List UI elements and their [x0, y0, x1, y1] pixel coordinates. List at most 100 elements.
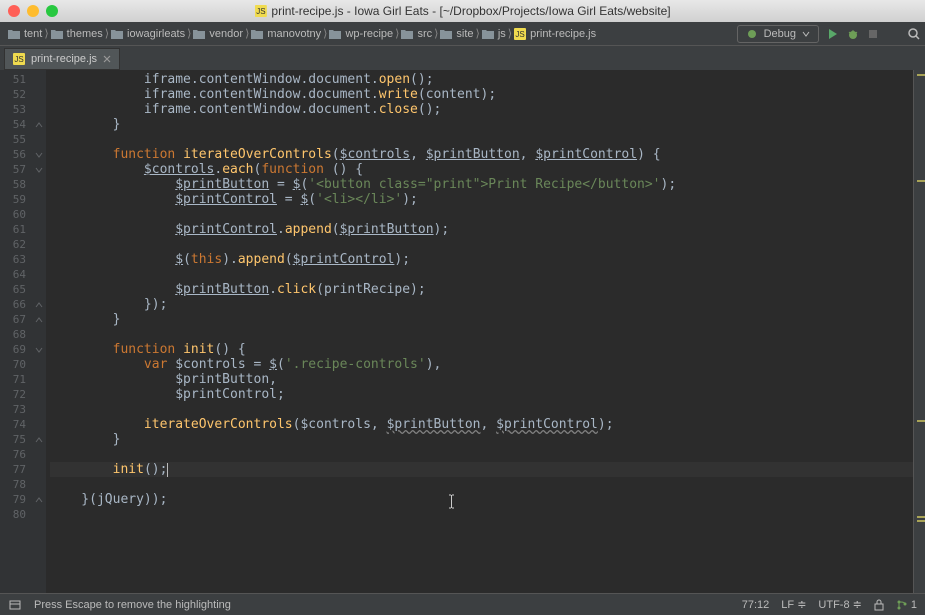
line-number: 62 — [0, 237, 26, 252]
breadcrumb-manovotny[interactable]: manovotny — [247, 28, 325, 40]
fold-collapse-icon — [35, 301, 43, 309]
breadcrumb-site[interactable]: site — [436, 28, 477, 40]
line-number: 52 — [0, 87, 26, 102]
file-encoding[interactable]: UTF-8 ≑ — [818, 598, 861, 611]
breadcrumb-tent[interactable]: tent — [4, 28, 46, 40]
code-line[interactable]: }); — [50, 297, 913, 312]
fold-collapse-icon — [35, 316, 43, 324]
fold-expand-icon — [35, 166, 43, 174]
fold-toggle[interactable] — [32, 147, 46, 162]
breadcrumb-js[interactable]: js — [478, 28, 510, 40]
line-separator[interactable]: LF ≑ — [781, 598, 806, 611]
code-line[interactable]: } — [50, 432, 913, 447]
minimize-window-icon[interactable] — [27, 5, 39, 17]
code-line[interactable]: $printControl = $('<li></li>'); — [50, 192, 913, 207]
line-number: 56 — [0, 147, 26, 162]
status-message: Press Escape to remove the highlighting — [34, 599, 231, 611]
folder-icon — [251, 29, 263, 39]
run-button[interactable] — [827, 28, 839, 40]
code-line[interactable]: function init() { — [50, 342, 913, 357]
code-line[interactable]: iframe.contentWindow.document.open(); — [50, 72, 913, 87]
fold-toggle[interactable] — [32, 432, 46, 447]
code-line[interactable]: } — [50, 312, 913, 327]
close-tab-icon[interactable] — [103, 55, 111, 63]
breadcrumb-iowagirleats[interactable]: iowagirleats — [107, 28, 189, 40]
code-line[interactable] — [50, 237, 913, 252]
js-file-icon: JS — [514, 28, 526, 40]
code-line[interactable] — [50, 402, 913, 417]
line-number: 69 — [0, 342, 26, 357]
code-line[interactable]: var $controls = $('.recipe-controls'), — [50, 357, 913, 372]
fold-toggle[interactable] — [32, 492, 46, 507]
line-number: 75 — [0, 432, 26, 447]
breadcrumb-print-recipe.js[interactable]: JSprint-recipe.js — [510, 28, 600, 40]
fold-toggle[interactable] — [32, 297, 46, 312]
code-area[interactable]: iframe.contentWindow.document.open(); if… — [46, 70, 913, 593]
folder-icon — [401, 29, 413, 39]
close-window-icon[interactable] — [8, 5, 20, 17]
line-number: 77 — [0, 462, 26, 477]
code-line[interactable]: iframe.contentWindow.document.write(cont… — [50, 87, 913, 102]
code-line[interactable]: $printButton.click(printRecipe); — [50, 282, 913, 297]
line-number: 53 — [0, 102, 26, 117]
code-line[interactable] — [50, 327, 913, 342]
line-number: 71 — [0, 372, 26, 387]
bug-icon — [746, 28, 758, 40]
line-number: 59 — [0, 192, 26, 207]
line-number: 58 — [0, 177, 26, 192]
fold-toggle[interactable] — [32, 162, 46, 177]
code-line[interactable]: function iterateOverControls($controls, … — [50, 147, 913, 162]
code-line[interactable]: $printControl; — [50, 387, 913, 402]
code-line[interactable] — [50, 447, 913, 462]
code-line[interactable] — [50, 267, 913, 282]
svg-text:JS: JS — [256, 7, 265, 16]
code-line[interactable]: } — [50, 117, 913, 132]
code-editor[interactable]: 5152535455565758596061626364656667686970… — [0, 70, 925, 593]
js-file-icon: JS — [254, 5, 266, 17]
line-number: 68 — [0, 327, 26, 342]
folder-icon — [440, 29, 452, 39]
git-widget[interactable]: 1 — [896, 599, 917, 611]
code-line[interactable]: init(); — [50, 462, 913, 477]
code-line[interactable]: $controls.each(function () { — [50, 162, 913, 177]
svg-text:JS: JS — [515, 30, 524, 39]
code-line[interactable]: $(this).append($printControl); — [50, 252, 913, 267]
line-number: 74 — [0, 417, 26, 432]
code-line[interactable] — [50, 132, 913, 147]
folder-icon — [111, 29, 123, 39]
stop-button[interactable] — [867, 28, 879, 40]
line-number: 54 — [0, 117, 26, 132]
status-icon[interactable] — [8, 598, 22, 612]
line-number: 73 — [0, 402, 26, 417]
code-line[interactable]: $printButton = $('<button class="print">… — [50, 177, 913, 192]
code-line[interactable] — [50, 207, 913, 222]
tab-label: print-recipe.js — [31, 53, 97, 65]
breadcrumb-src[interactable]: src — [397, 28, 436, 40]
code-line[interactable]: iterateOverControls($controls, $printBut… — [50, 417, 913, 432]
debug-button[interactable] — [847, 28, 859, 40]
code-line[interactable]: iframe.contentWindow.document.close(); — [50, 102, 913, 117]
fold-gutter[interactable] — [32, 70, 46, 593]
scrollbar-minimap[interactable] — [913, 70, 925, 593]
status-bar: Press Escape to remove the highlighting … — [0, 593, 925, 615]
lock-icon[interactable] — [874, 599, 884, 611]
code-line[interactable]: $printControl.append($printButton); — [50, 222, 913, 237]
breadcrumb-themes[interactable]: themes — [47, 28, 107, 40]
fold-toggle[interactable] — [32, 312, 46, 327]
run-configuration-selector[interactable]: Debug — [737, 25, 819, 43]
fold-toggle[interactable] — [32, 117, 46, 132]
code-line[interactable] — [50, 507, 913, 522]
tab-print-recipe[interactable]: JS print-recipe.js — [4, 48, 120, 70]
code-line[interactable]: $printButton, — [50, 372, 913, 387]
code-line[interactable] — [50, 477, 913, 492]
line-number: 61 — [0, 222, 26, 237]
line-number: 67 — [0, 312, 26, 327]
search-button[interactable] — [907, 27, 921, 41]
folder-icon — [193, 29, 205, 39]
code-line[interactable]: }(jQuery)); — [50, 492, 913, 507]
cursor-position[interactable]: 77:12 — [742, 599, 770, 611]
breadcrumb-vendor[interactable]: vendor — [189, 28, 247, 40]
breadcrumb-wp-recipe[interactable]: wp-recipe — [325, 28, 397, 40]
maximize-window-icon[interactable] — [46, 5, 58, 17]
fold-toggle[interactable] — [32, 342, 46, 357]
